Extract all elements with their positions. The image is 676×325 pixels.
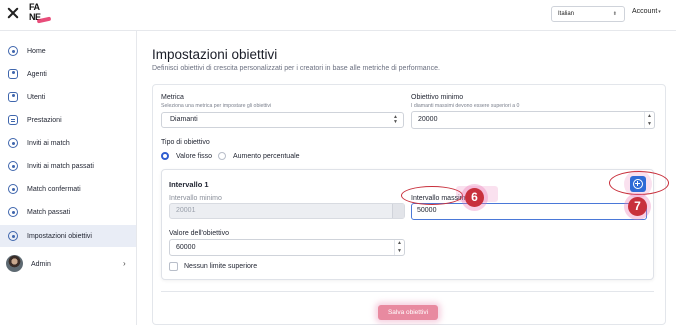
sidebar-item-label: Utenti (27, 93, 46, 101)
annotation-ellipse (609, 171, 669, 195)
target-value: 60000 (176, 244, 196, 251)
target-value-input[interactable]: 60000 ▲ ▼ (169, 239, 405, 256)
annotation-ellipse (401, 186, 463, 205)
account-label: Account (632, 8, 658, 15)
select-arrows-icon: ⬍ (612, 11, 617, 17)
app-logo[interactable]: FA NE (29, 2, 52, 27)
sidebar-item-label: Agenti (27, 70, 47, 78)
annotation-badge-6: 6 (465, 188, 484, 207)
chevron-right-icon[interactable]: › (123, 259, 126, 268)
input-cap (392, 204, 404, 218)
page-subtitle: Definisci obiettivi di crescita personal… (152, 65, 440, 72)
interval-max-input[interactable]: 50000 (411, 203, 647, 220)
min-objective-value: 20000 (418, 116, 438, 123)
min-objective-hint: I diamanti massimi devono essere superio… (411, 103, 520, 109)
select-arrows-icon: ▲ ▼ (393, 114, 398, 125)
target-value-label: Valore dell'obiettivo (169, 230, 229, 237)
language-value: Italian (558, 11, 575, 17)
person-icon (8, 69, 18, 79)
annotation-badge-7: 7 (628, 197, 647, 216)
metric-label: Metrica (161, 94, 184, 101)
admin-label[interactable]: Admin (31, 261, 51, 268)
sidebar-item-agenti[interactable]: Agenti (0, 63, 136, 85)
interval-title: Intervallo 1 (169, 180, 209, 189)
sidebar-item-label: Inviti ai match passati (27, 162, 94, 170)
sidebar-item-impostazioni-obiettivi[interactable]: Impostazioni obiettivi (0, 225, 136, 247)
home-icon (8, 46, 18, 56)
chevron-down-icon: ▾ (658, 9, 661, 15)
sidebar-item-match-passati[interactable]: Match passati (0, 201, 136, 223)
language-select[interactable]: Italian ⬍ (551, 6, 625, 22)
interval-min-label: Intervallo minimo (169, 195, 222, 202)
interval-max-value: 50000 (417, 207, 437, 214)
logo-text-top: FA (29, 2, 40, 12)
account-menu[interactable]: Account▾ (632, 8, 661, 15)
number-stepper-icon[interactable]: ▲ ▼ (394, 240, 404, 255)
divider (161, 291, 654, 292)
sidebar-item-home[interactable]: Home (0, 40, 136, 62)
sidebar-item-inviti[interactable]: Inviti ai match (0, 132, 136, 154)
min-objective-input[interactable]: 20000 ▲ ▼ (411, 111, 655, 129)
match-icon (8, 207, 18, 217)
interval-min-value: 20001 (176, 207, 196, 214)
close-icon[interactable] (7, 7, 19, 19)
save-objectives-button[interactable]: Salva obiettivi (378, 305, 438, 320)
metric-value: Diamanti (170, 116, 198, 123)
sidebar-item-prestazioni[interactable]: Prestazioni (0, 109, 136, 131)
metric-hint: Seleziona una metrica per impostare gli … (161, 103, 272, 109)
sidebar-item-label: Inviti ai match (27, 139, 70, 147)
sidebar-item-label: Prestazioni (27, 116, 62, 124)
sidebar-item-inviti-passati[interactable]: Inviti ai match passati (0, 155, 136, 177)
invite-icon (8, 138, 18, 148)
number-stepper-icon[interactable]: ▲ ▼ (644, 112, 654, 128)
sidebar-item-match-confermati[interactable]: Match confermati (0, 178, 136, 200)
page-title: Impostazioni obiettivi (152, 47, 278, 62)
top-bar: FA NE Italian ⬍ Account▾ (0, 0, 676, 31)
sidebar-item-label: Impostazioni obiettivi (27, 232, 92, 240)
match-icon (8, 184, 18, 194)
objective-type-label: Tipo di obiettivo (161, 139, 210, 146)
sidebar-item-utenti[interactable]: Utenti (0, 86, 136, 108)
radio-fixed-value-label: Valore fisso (176, 153, 213, 160)
sidebar-item-label: Match confermati (27, 185, 81, 193)
settings-icon (8, 231, 18, 241)
sidebar-item-label: Home (27, 47, 46, 55)
radio-fixed-value[interactable] (161, 152, 169, 160)
sidebar-item-label: Match passati (27, 208, 71, 216)
min-objective-label: Obiettivo minimo (411, 94, 464, 101)
no-upper-limit-checkbox[interactable] (169, 262, 178, 271)
no-upper-limit-label: Nessun limite superiore (184, 263, 258, 270)
document-icon (8, 115, 18, 125)
interval-min-input: 20001 (169, 203, 405, 219)
person-icon (8, 92, 18, 102)
avatar[interactable] (6, 255, 23, 272)
radio-percentage-increase[interactable] (218, 152, 226, 160)
metric-select[interactable]: Diamanti ▲ ▼ (161, 112, 404, 128)
sidebar: Home Agenti Utenti Prestazioni Inviti ai… (0, 31, 137, 325)
invite-icon (8, 161, 18, 171)
radio-percentage-increase-label: Aumento percentuale (233, 153, 300, 160)
